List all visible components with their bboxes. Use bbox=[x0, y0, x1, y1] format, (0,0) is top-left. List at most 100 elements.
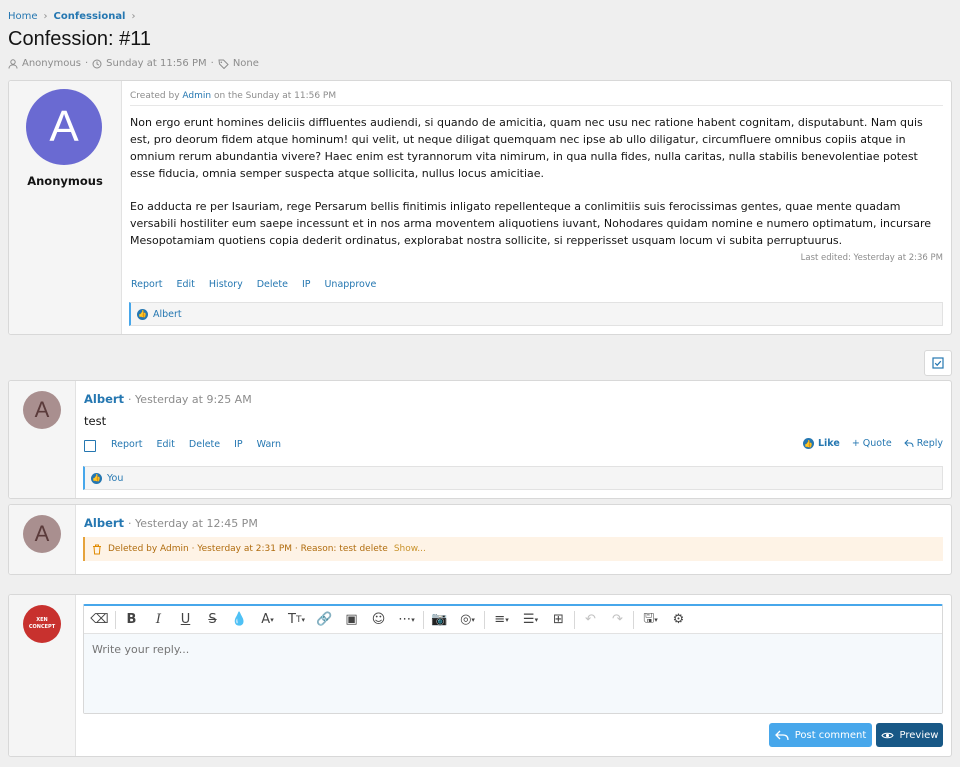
like-icon: 👍 bbox=[137, 308, 148, 320]
breadcrumb-home[interactable]: Home bbox=[8, 11, 38, 22]
meta-author[interactable]: Anonymous bbox=[22, 58, 81, 69]
delete-link[interactable]: Delete bbox=[257, 279, 288, 290]
avatar[interactable]: A bbox=[23, 515, 61, 553]
clock-icon bbox=[92, 59, 102, 68]
camera-icon: 📷 bbox=[431, 612, 448, 627]
warn-link[interactable]: Warn bbox=[257, 439, 281, 450]
redo-button[interactable]: ↷ bbox=[604, 607, 631, 633]
meta-tags: None bbox=[232, 58, 259, 69]
eye-slash-icon: ◎ bbox=[460, 612, 472, 627]
toolbar-divider bbox=[574, 610, 575, 629]
avatar[interactable]: XEN CONCEPT bbox=[23, 605, 61, 643]
select-checkbox[interactable] bbox=[84, 440, 96, 452]
eraser-icon: ⌫ bbox=[90, 612, 109, 627]
align-left-icon: ≡ bbox=[494, 612, 506, 627]
unapprove-link[interactable]: Unapprove bbox=[324, 279, 376, 290]
like-button[interactable]: 👍 Like bbox=[802, 438, 840, 449]
avatar[interactable]: A bbox=[26, 89, 102, 165]
reply-input[interactable] bbox=[84, 634, 942, 713]
edit-link[interactable]: Edit bbox=[177, 279, 195, 290]
edit-link[interactable]: Edit bbox=[157, 439, 175, 450]
confession-block: A Anonymous Created by Admin on the Sund… bbox=[8, 80, 952, 335]
strikethrough-button[interactable]: S bbox=[199, 607, 226, 633]
toolbar-divider bbox=[115, 610, 116, 629]
divider bbox=[130, 105, 943, 106]
like-icon: 👍 bbox=[91, 472, 102, 484]
reply-user-panel: XEN CONCEPT bbox=[9, 595, 76, 756]
comment-date[interactable]: · Yesterday at 12:45 PM bbox=[128, 517, 258, 530]
comment-author[interactable]: Albert bbox=[84, 516, 124, 530]
italic-button[interactable]: I bbox=[145, 607, 172, 633]
comment-1: A Albert · Yesterday at 9:25 AM test Rep… bbox=[8, 380, 952, 499]
report-link[interactable]: Report bbox=[131, 279, 163, 290]
history-link[interactable]: History bbox=[209, 279, 243, 290]
reaction-user[interactable]: Albert bbox=[153, 309, 182, 320]
reaction-user[interactable]: You bbox=[107, 473, 123, 484]
more-button[interactable]: ⋯ ▾ bbox=[392, 607, 421, 633]
user-icon bbox=[8, 58, 18, 69]
eye-icon bbox=[880, 732, 894, 738]
bold-button[interactable]: B bbox=[118, 607, 145, 633]
reply-icon bbox=[774, 730, 789, 740]
toolbar-divider bbox=[423, 610, 424, 629]
show-link[interactable]: Show... bbox=[394, 544, 426, 554]
editor-toolbar: ⌫ B I U S 💧 A ▾ T T ▾ 🔗 ▣ ☺ ⋯ ▾ 📷 ◎ ▾ ≡ ▾ ☰ ▾ ⊞… bbox=[84, 606, 942, 634]
save-icon: 🖫 bbox=[643, 610, 655, 626]
comment-author[interactable]: Albert bbox=[84, 392, 124, 406]
reactions-bar[interactable]: 👍 Albert bbox=[129, 302, 943, 326]
delete-link[interactable]: Delete bbox=[189, 439, 220, 450]
link-icon: 🔗 bbox=[316, 612, 333, 627]
align-button[interactable]: ≡ ▾ bbox=[487, 607, 516, 633]
reply-icon bbox=[903, 439, 914, 448]
comment-2: A Albert · Yesterday at 12:45 PM Deleted… bbox=[8, 504, 952, 575]
reply-button[interactable]: Reply bbox=[903, 438, 943, 449]
font-size-button[interactable]: T T ▾ bbox=[282, 607, 311, 633]
table-button[interactable]: ⊞ bbox=[545, 607, 572, 633]
reply-block: XEN CONCEPT ⌫ B I U S 💧 A ▾ T T ▾ 🔗 ▣ ☺ ⋯ ▾ … bbox=[8, 594, 952, 757]
comment-date[interactable]: · Yesterday at 9:25 AM bbox=[128, 393, 252, 406]
deleted-notice: Deleted by Admin · Yesterday at 2:31 PM … bbox=[83, 537, 943, 561]
toolbar-divider bbox=[484, 610, 485, 629]
confession-paragraph-1: Non ergo erunt homines deliciis diffluen… bbox=[130, 116, 923, 180]
editor: ⌫ B I U S 💧 A ▾ T T ▾ 🔗 ▣ ☺ ⋯ ▾ 📷 ◎ ▾ ≡ ▾ ☰ ▾ ⊞… bbox=[83, 604, 943, 714]
created-by-link[interactable]: Admin bbox=[182, 91, 211, 101]
page-meta: Anonymous · Sunday at 11:56 PM · None bbox=[8, 58, 259, 69]
smilie-button[interactable]: ☺ bbox=[365, 607, 392, 633]
drafts-button[interactable]: 🖫 ▾ bbox=[636, 607, 665, 633]
undo-icon: ↶ bbox=[585, 612, 596, 627]
image-button[interactable]: ▣ bbox=[338, 607, 365, 633]
username[interactable]: Anonymous bbox=[9, 174, 121, 188]
breadcrumb-current[interactable]: Confessional bbox=[54, 11, 126, 22]
deleted-text: Deleted by Admin · Yesterday at 2:31 PM … bbox=[108, 544, 388, 554]
report-link[interactable]: Report bbox=[111, 439, 143, 450]
gear-icon: ⚙ bbox=[672, 612, 685, 627]
link-button[interactable]: 🔗 bbox=[311, 607, 338, 633]
ip-link[interactable]: IP bbox=[234, 439, 243, 450]
preview-button[interactable]: Preview bbox=[876, 723, 943, 747]
avatar[interactable]: A bbox=[23, 391, 61, 429]
ip-link[interactable]: IP bbox=[302, 279, 311, 290]
text-color-button[interactable]: 💧 bbox=[226, 607, 253, 633]
created-line: Created by Admin on the Sunday at 11:56 … bbox=[130, 91, 337, 101]
comment-actions: Report Edit Delete IP Warn bbox=[111, 439, 281, 450]
table-icon: ⊞ bbox=[553, 612, 564, 627]
reactions-bar[interactable]: 👍 You bbox=[83, 466, 943, 490]
list-button[interactable]: ☰ ▾ bbox=[516, 607, 545, 633]
comment-user-panel: A bbox=[9, 505, 76, 574]
comment-body: test bbox=[84, 414, 107, 428]
meta-date[interactable]: Sunday at 11:56 PM bbox=[106, 58, 206, 69]
quote-button[interactable]: + Quote bbox=[852, 438, 892, 449]
like-icon: 👍 bbox=[802, 438, 814, 449]
undo-button[interactable]: ↶ bbox=[577, 607, 604, 633]
select-toggle-button[interactable] bbox=[924, 350, 952, 376]
comment-header: Albert · Yesterday at 9:25 AM bbox=[84, 392, 252, 406]
clear-format-button[interactable]: ⌫ bbox=[86, 607, 113, 633]
last-edited[interactable]: Last edited: Yesterday at 2:36 PM bbox=[801, 253, 943, 263]
media-button[interactable]: 📷 bbox=[426, 607, 453, 633]
font-family-button[interactable]: A ▾ bbox=[253, 607, 282, 633]
underline-button[interactable]: U bbox=[172, 607, 199, 633]
chevron-right-icon: › bbox=[43, 11, 48, 22]
spoiler-button[interactable]: ◎ ▾ bbox=[453, 607, 482, 633]
post-comment-button[interactable]: Post comment bbox=[769, 723, 872, 747]
settings-button[interactable]: ⚙ bbox=[665, 607, 692, 633]
